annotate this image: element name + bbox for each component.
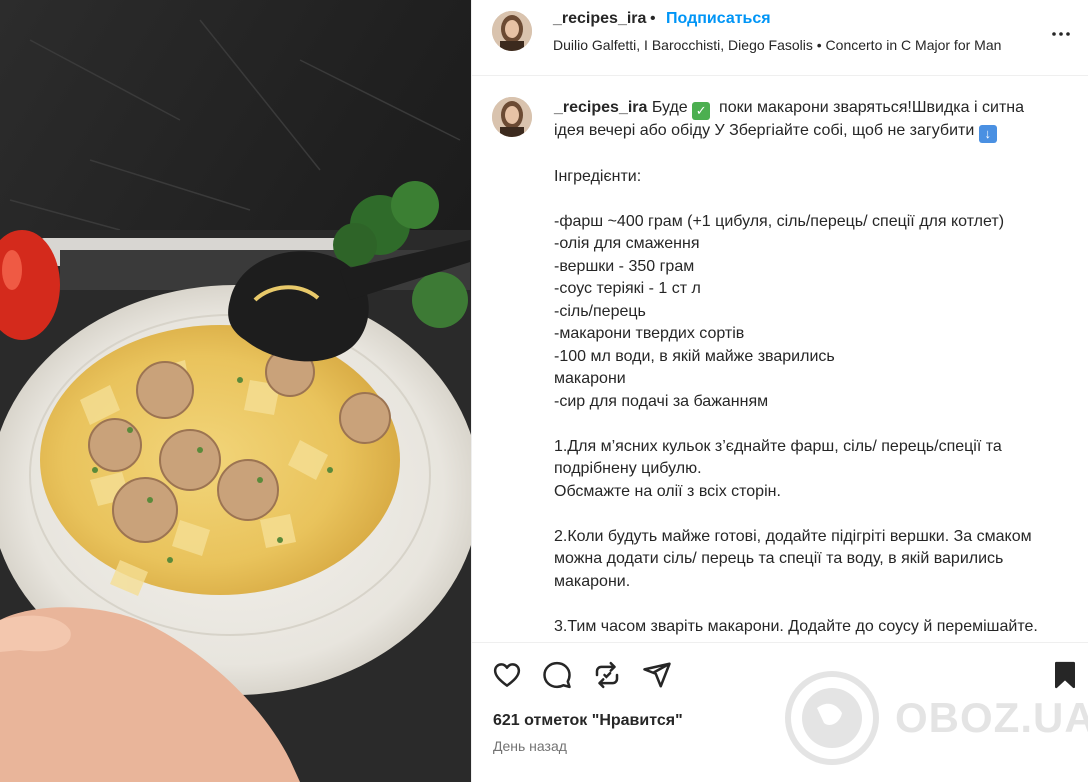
avatar[interactable] <box>492 11 532 51</box>
follow-button[interactable]: Подписаться <box>666 10 771 28</box>
watermark: OBOZ.UA <box>782 668 1088 768</box>
food-photo <box>0 0 471 782</box>
comment-icon[interactable] <box>542 660 572 690</box>
heart-icon[interactable] <box>492 660 522 690</box>
caption-area[interactable]: _recipes_ira Буде ✓ поки макарони зварят… <box>472 77 1088 643</box>
post-time[interactable]: День назад <box>493 738 567 754</box>
check-mark-icon: ✓ <box>692 102 711 120</box>
avatar-image <box>492 11 532 51</box>
avatar[interactable] <box>492 97 532 137</box>
caption-body: Інгредієнти: -фарш ~400 грам (+1 цибуля,… <box>554 167 1038 635</box>
likes-count[interactable]: 621 отметок "Нравится" <box>493 712 683 730</box>
post-panel: _recipes_ira • Подписаться Duilio Galfet… <box>471 0 1088 782</box>
globe-icon <box>785 671 879 765</box>
caption-text: _recipes_ira Буде ✓ поки макарони зварят… <box>554 97 1054 638</box>
username-link[interactable]: _recipes_ira <box>553 10 646 28</box>
send-icon[interactable] <box>642 660 672 690</box>
caption-intro-1: Буде <box>647 99 693 116</box>
down-arrow-icon: ↓ <box>978 125 997 143</box>
post-image[interactable] <box>0 0 471 782</box>
post-header: _recipes_ira • Подписаться Duilio Galfet… <box>472 0 1088 76</box>
avatar-image <box>492 97 532 137</box>
repost-icon[interactable] <box>592 660 622 690</box>
watermark-text: OBOZ.UA <box>895 694 1088 741</box>
music-info[interactable]: Duilio Galfetti, I Barocchisti, Diego Fa… <box>553 37 1033 53</box>
separator-dot: • <box>650 10 656 27</box>
more-horizontal-icon[interactable] <box>1049 22 1073 46</box>
caption-username[interactable]: _recipes_ira <box>554 99 647 116</box>
